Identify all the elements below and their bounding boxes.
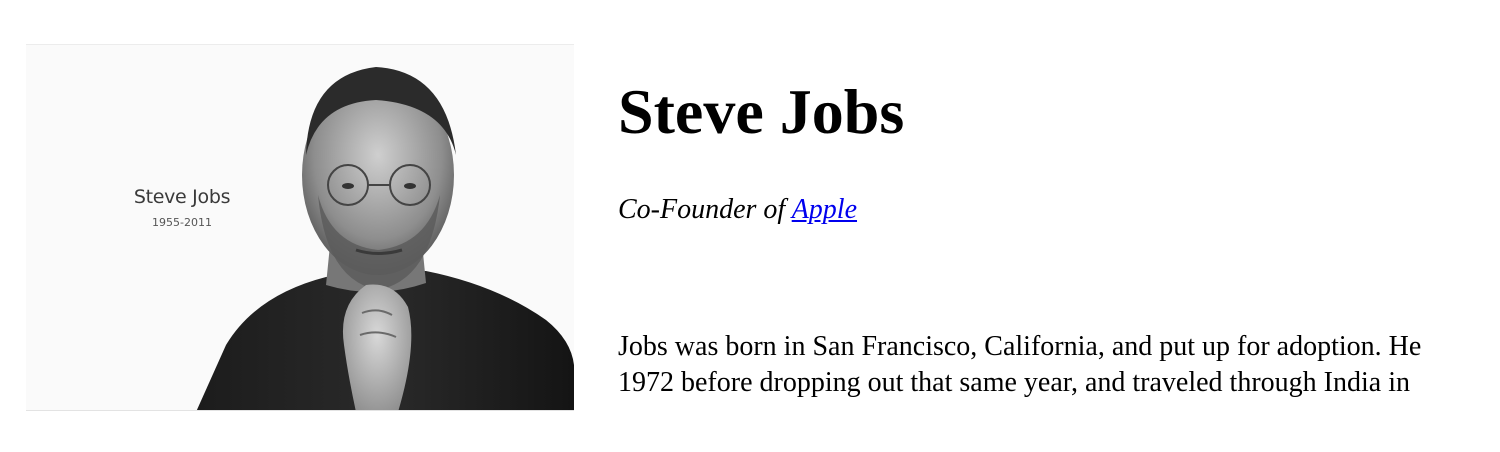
bio-line: Jobs was born in San Francisco, Californ… (618, 331, 1422, 362)
page-title: Steve Jobs (618, 76, 905, 147)
bio-paragraph: Jobs was born in San Francisco, Californ… (618, 329, 1500, 401)
apple-link[interactable]: Apple (792, 194, 857, 225)
portrait-image: Steve Jobs 1955-2011 (26, 44, 574, 411)
subtitle-prefix: Co-Founder of (618, 194, 792, 225)
portrait-caption-name: Steve Jobs (133, 186, 231, 208)
portrait-caption-years: 1955-2011 (152, 216, 212, 229)
profile-page: Steve Jobs 1955-2011 Steve Jobs Co-Found… (0, 0, 1500, 452)
subtitle: Co-Founder of Apple (618, 192, 857, 228)
bio-line: 1972 before dropping out that same year,… (618, 367, 1410, 398)
